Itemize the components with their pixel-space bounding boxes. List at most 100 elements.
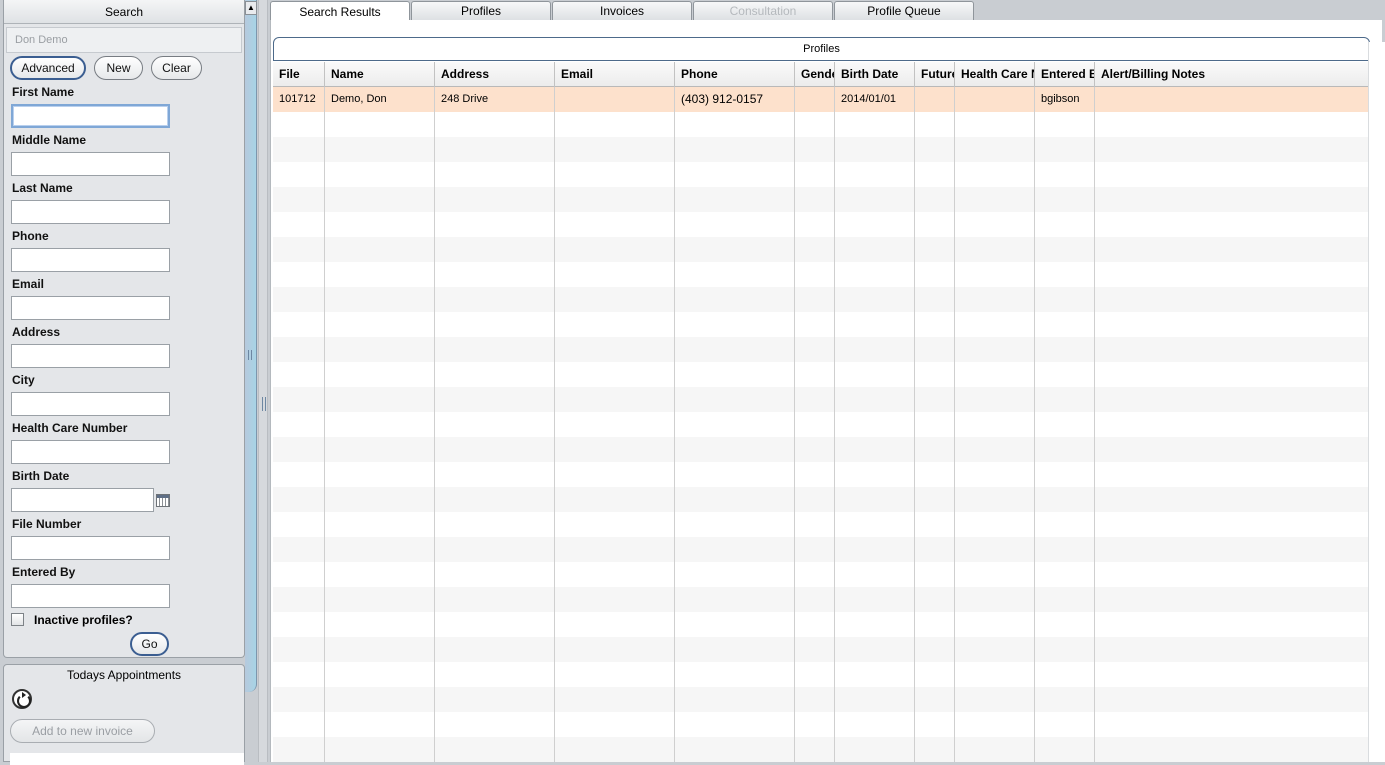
refresh-icon[interactable] [12, 689, 32, 709]
empty-cell [1035, 437, 1095, 462]
empty-cell [795, 662, 835, 687]
empty-cell [955, 262, 1035, 287]
empty-cell [1035, 112, 1095, 137]
add-to-new-invoice-button[interactable]: Add to new invoice [10, 719, 155, 743]
empty-cell [915, 662, 955, 687]
empty-cell [325, 387, 435, 412]
empty-cell [435, 362, 555, 387]
empty-cell [273, 387, 325, 412]
middle-name-input[interactable] [11, 152, 170, 176]
left-panel-scroll-gutter[interactable] [245, 0, 257, 692]
empty-cell [955, 587, 1035, 612]
empty-cell [1035, 562, 1095, 587]
tab-search-results[interactable]: Search Results [270, 1, 410, 22]
column-header-email[interactable]: Email [555, 62, 675, 87]
empty-cell [675, 162, 795, 187]
new-button[interactable]: New [94, 56, 143, 80]
empty-cell [435, 512, 555, 537]
empty-cell [835, 337, 915, 362]
address-input[interactable] [11, 344, 170, 368]
empty-cell [555, 612, 675, 637]
empty-cell [675, 137, 795, 162]
scroll-up-arrow-icon[interactable]: ▲ [245, 1, 257, 15]
calendar-icon[interactable] [156, 494, 170, 507]
empty-cell [1035, 587, 1095, 612]
empty-cell [273, 312, 325, 337]
empty-cell [273, 637, 325, 662]
appointments-list[interactable] [10, 753, 244, 765]
column-header-phone[interactable]: Phone [675, 62, 795, 87]
empty-cell [435, 587, 555, 612]
column-header-health-care[interactable]: Health Care N [955, 62, 1035, 87]
empty-cell [273, 137, 325, 162]
empty-cell [1035, 237, 1095, 262]
empty-cell [273, 287, 325, 312]
birth-date-input[interactable] [11, 488, 154, 512]
column-header-address[interactable]: Address [435, 62, 555, 87]
empty-table-row [273, 662, 1370, 687]
empty-cell [915, 712, 955, 737]
inactive-profiles-checkbox[interactable] [11, 613, 24, 626]
empty-cell [915, 487, 955, 512]
empty-cell [1035, 687, 1095, 712]
empty-cell [795, 712, 835, 737]
empty-cell [795, 637, 835, 662]
go-button[interactable]: Go [130, 632, 169, 656]
column-header-alert-notes[interactable]: Alert/Billing Notes [1095, 62, 1370, 87]
empty-cell [835, 312, 915, 337]
first-name-input[interactable] [11, 104, 170, 128]
empty-cell [1095, 162, 1370, 187]
empty-cell [1035, 212, 1095, 237]
file-number-input[interactable] [11, 536, 170, 560]
empty-cell [273, 437, 325, 462]
tab-invoices[interactable]: Invoices [552, 1, 692, 21]
last-name-input[interactable] [11, 200, 170, 224]
splitter-grip-icon[interactable] [248, 350, 252, 360]
empty-table-row [273, 287, 1370, 312]
column-header-entered-by[interactable]: Entered By [1035, 62, 1095, 87]
search-panel: Search Don Demo Advanced New Clear First… [3, 0, 245, 658]
empty-table-row [273, 737, 1370, 762]
health-care-number-input[interactable] [11, 440, 170, 464]
tab-profile-queue[interactable]: Profile Queue [834, 1, 974, 21]
empty-cell [675, 337, 795, 362]
empty-cell [675, 512, 795, 537]
entered-by-input[interactable] [11, 584, 170, 608]
column-header-birth-date[interactable]: Birth Date [835, 62, 915, 87]
empty-cell [1095, 637, 1370, 662]
empty-cell [675, 287, 795, 312]
empty-cell [1035, 312, 1095, 337]
main-splitter[interactable] [258, 0, 268, 762]
empty-cell [795, 112, 835, 137]
empty-cell [835, 512, 915, 537]
empty-cell [1095, 137, 1370, 162]
empty-table-row [273, 187, 1370, 212]
advanced-button[interactable]: Advanced [10, 56, 86, 80]
empty-cell [915, 187, 955, 212]
table-row[interactable]: 101712 Demo, Don 248 Drive (403) 912-015… [273, 87, 1370, 112]
clear-button[interactable]: Clear [151, 56, 202, 80]
empty-cell [1095, 612, 1370, 637]
main-splitter-grip-icon[interactable] [262, 397, 266, 411]
empty-cell [915, 462, 955, 487]
email-input[interactable] [11, 296, 170, 320]
column-header-name[interactable]: Name [325, 62, 435, 87]
empty-cell [273, 362, 325, 387]
empty-cell [435, 737, 555, 762]
empty-cell [1095, 462, 1370, 487]
empty-table-row [273, 412, 1370, 437]
city-input[interactable] [11, 392, 170, 416]
column-header-gender[interactable]: Gender [795, 62, 835, 87]
results-scrollbar[interactable] [1368, 42, 1385, 762]
empty-cell [273, 187, 325, 212]
empty-cell [325, 412, 435, 437]
tab-profiles[interactable]: Profiles [411, 1, 551, 21]
empty-cell [915, 512, 955, 537]
column-header-future[interactable]: Future [915, 62, 955, 87]
empty-cell [795, 137, 835, 162]
empty-cell [555, 537, 675, 562]
empty-cell [835, 637, 915, 662]
column-header-file[interactable]: File [273, 62, 325, 87]
empty-cell [555, 187, 675, 212]
phone-input[interactable] [11, 248, 170, 272]
